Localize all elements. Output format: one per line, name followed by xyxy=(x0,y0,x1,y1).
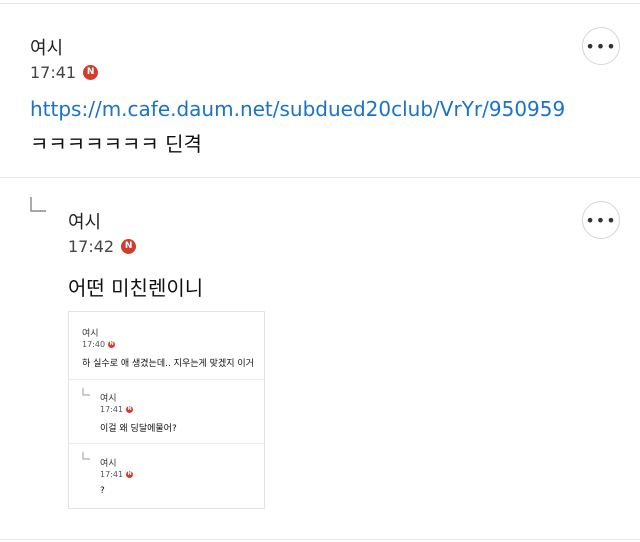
comment-text: 어떤 미친렌이니 xyxy=(68,276,204,300)
embed-time: 17:41 N xyxy=(100,405,134,414)
embed-time: 17:40 N xyxy=(82,340,116,349)
embed-text: 하 실수로 애 생겼는데.. 지우는게 맞겠지 이거 xyxy=(82,359,254,369)
attached-image[interactable]: 여시 17:40 N 하 실수로 애 생겼는데.. 지우는게 맞겠지 이거 여시… xyxy=(68,311,265,509)
embed-text: 이걸 왜 딩달에물어? xyxy=(100,424,177,434)
embed-time-text: 17:40 xyxy=(82,340,106,349)
new-badge-icon: N xyxy=(83,65,99,80)
new-badge-icon: N xyxy=(121,239,137,254)
embed-new-badge-icon: N xyxy=(108,341,116,348)
bottom-divider xyxy=(0,539,640,540)
embed-text: ? xyxy=(100,486,105,496)
comment-divider xyxy=(0,177,640,178)
embed-divider xyxy=(69,379,264,380)
comment-author: 여시 xyxy=(30,38,64,59)
reply-arrow-icon xyxy=(30,197,46,212)
embed-author: 여시 xyxy=(100,394,117,404)
more-icon: ••• xyxy=(585,210,617,230)
comment-time-text: 17:41 xyxy=(30,63,77,82)
embed-reply-icon xyxy=(82,452,90,460)
more-options-button[interactable]: ••• xyxy=(582,201,620,239)
more-options-button[interactable]: ••• xyxy=(582,27,620,65)
embed-time-text: 17:41 xyxy=(100,405,124,414)
embed-time: 17:41 N xyxy=(100,470,134,479)
embed-reply-icon xyxy=(82,388,90,396)
embed-new-badge-icon: N xyxy=(126,471,134,478)
comment-time-text: 17:42 xyxy=(68,237,115,256)
comment-author: 여시 xyxy=(68,212,102,233)
top-divider xyxy=(0,3,640,4)
comment-time: 17:42 N xyxy=(68,237,137,256)
comment-link[interactable]: https://m.cafe.daum.net/subdued20club/Vr… xyxy=(30,97,565,121)
embed-time-text: 17:41 xyxy=(100,470,124,479)
embed-author: 여시 xyxy=(82,329,99,339)
embed-new-badge-icon: N xyxy=(126,406,134,413)
embed-divider xyxy=(69,443,264,444)
more-icon: ••• xyxy=(585,36,617,56)
embed-author: 여시 xyxy=(100,459,117,469)
comment-time: 17:41 N xyxy=(30,63,99,82)
comment-text: ㅋㅋㅋㅋㅋㅋㅋ 딘격 xyxy=(30,132,202,156)
